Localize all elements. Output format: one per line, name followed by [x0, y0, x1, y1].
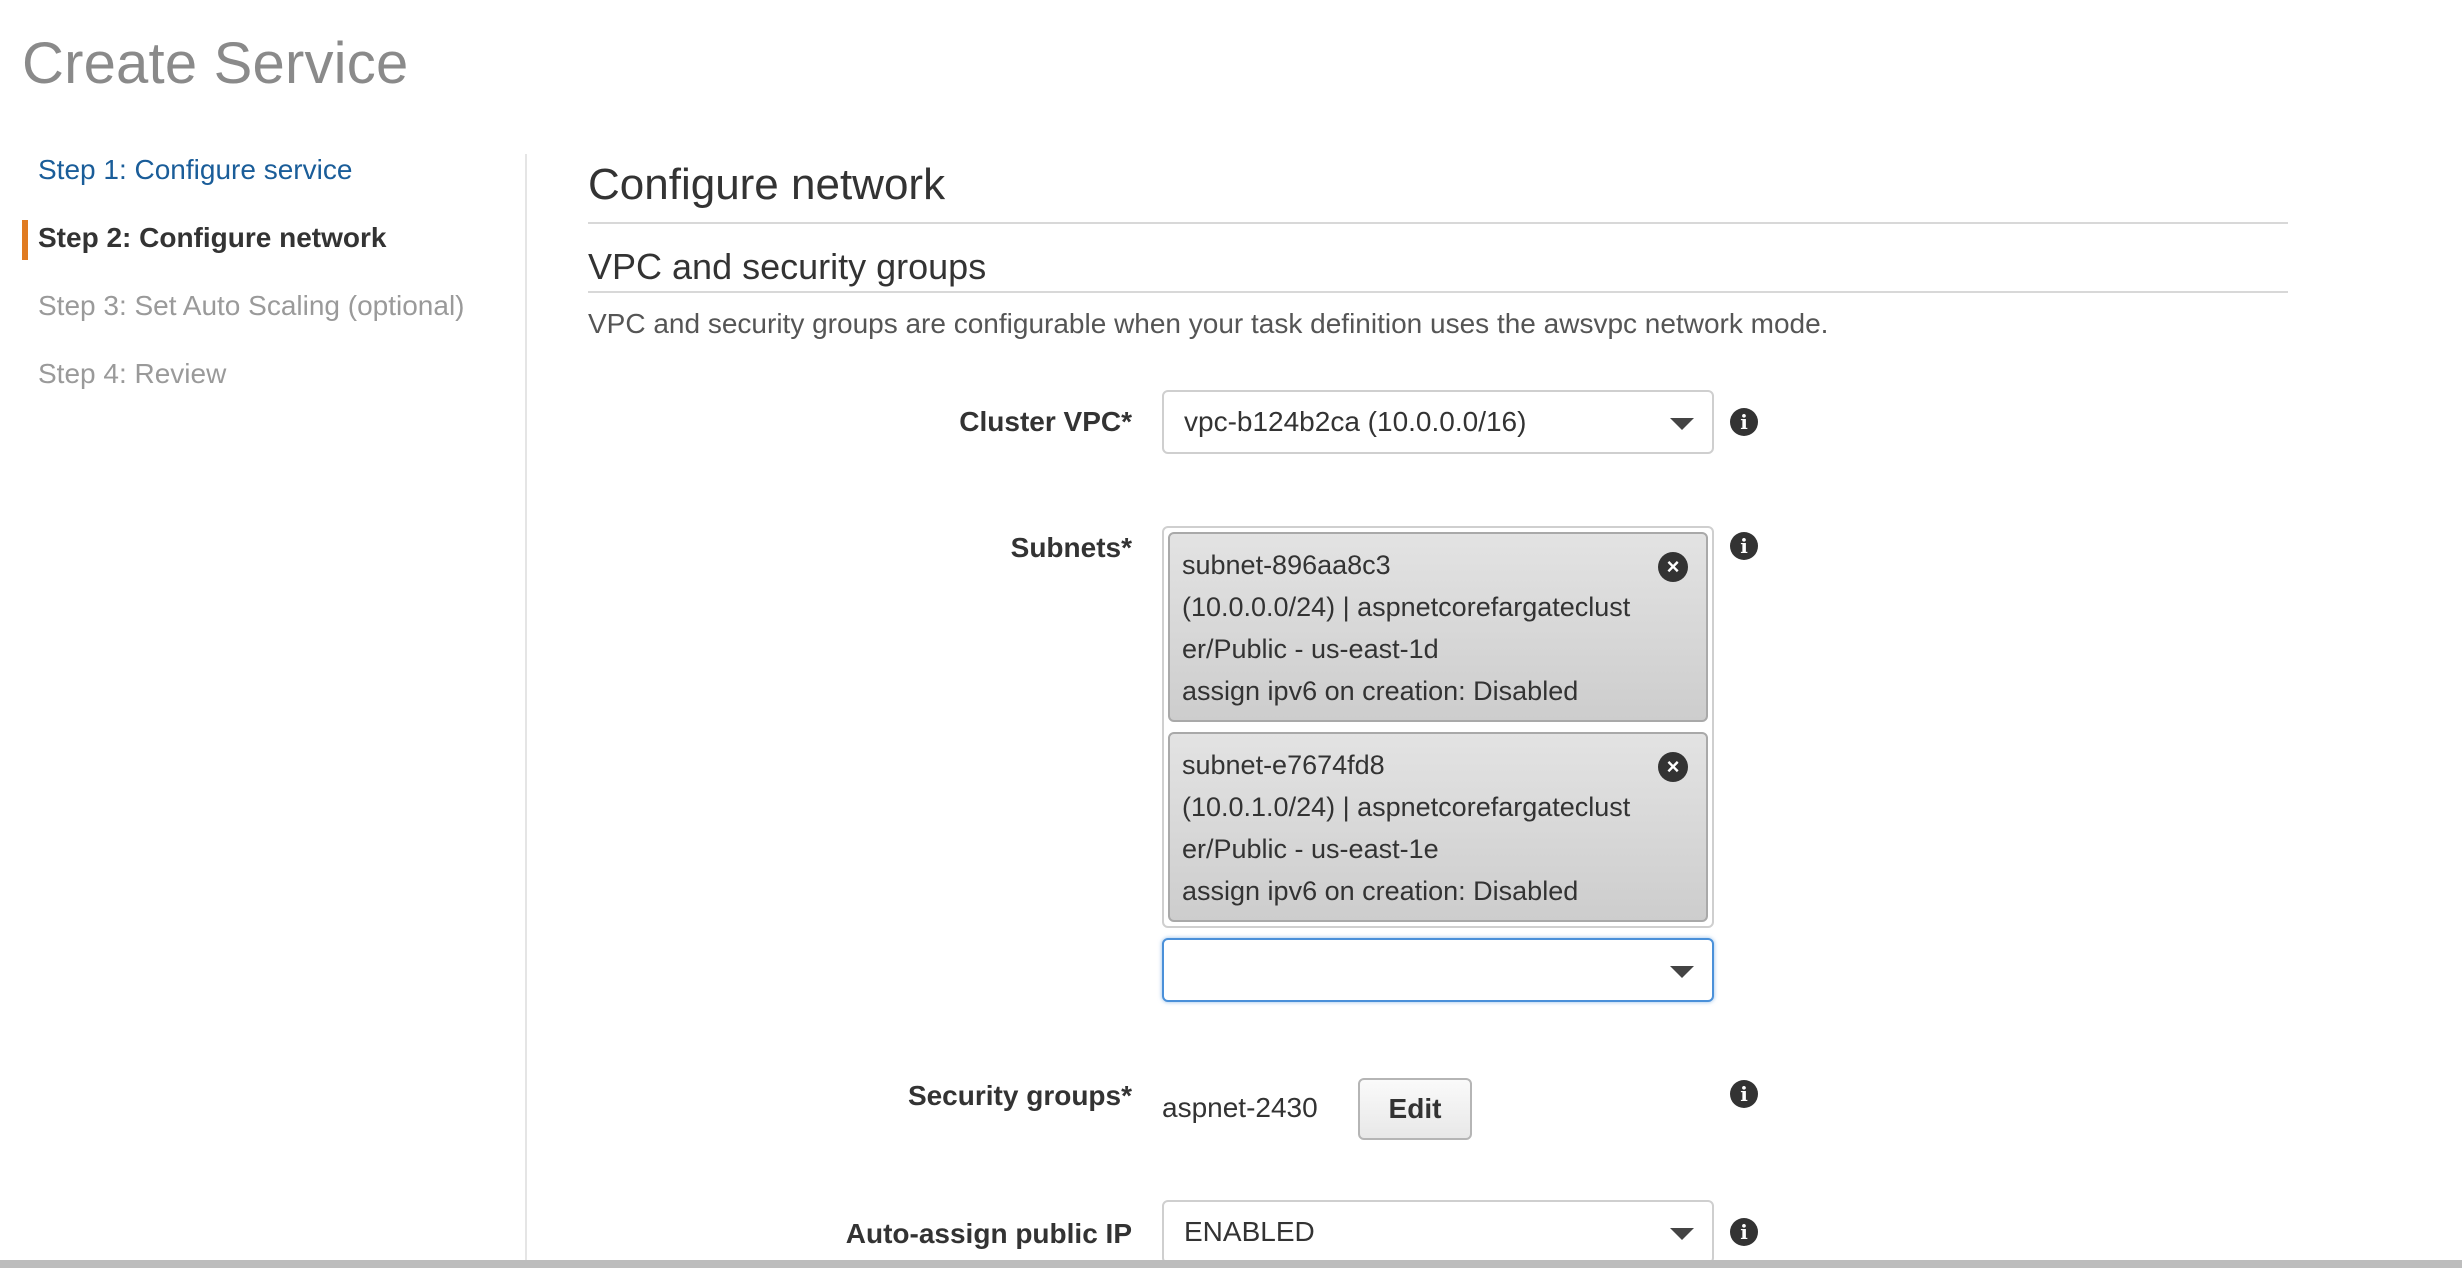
chevron-down-icon: [1670, 418, 1694, 430]
window-bottom-edge: [0, 1260, 2462, 1268]
subnet-tag: subnet-896aa8c3 (10.0.0.0/24) | aspnetco…: [1168, 532, 1708, 722]
active-step-marker: [22, 220, 28, 260]
auto-assign-ip-value: ENABLED: [1184, 1216, 1315, 1247]
subnet-tag-line: (10.0.1.0/24) | aspnetcorefargateclust: [1182, 792, 1631, 822]
subnets-multiselect[interactable]: subnet-896aa8c3 (10.0.0.0/24) | aspnetco…: [1162, 526, 1714, 928]
edit-security-groups-button[interactable]: Edit: [1358, 1078, 1472, 1140]
cluster-vpc-label: Cluster VPC*: [959, 406, 1132, 437]
subnet-tag-line: subnet-896aa8c3: [1182, 550, 1391, 580]
wizard-sidebar: Step 1: Configure service Step 2: Config…: [0, 154, 527, 1268]
info-icon[interactable]: i: [1730, 408, 1758, 436]
section-title: Configure network: [588, 160, 946, 209]
subnet-tag-line: assign ipv6 on creation: Disabled: [1182, 876, 1579, 906]
page-title: Create Service: [22, 31, 409, 96]
subnets-label: Subnets*: [1010, 532, 1132, 563]
subnet-tag-line: er/Public - us-east-1d: [1182, 634, 1439, 664]
subnet-tag-line: er/Public - us-east-1e: [1182, 834, 1439, 864]
cluster-vpc-value: vpc-b124b2ca (10.0.0.0/16): [1184, 406, 1527, 437]
step-review: Step 4: Review: [38, 358, 227, 389]
step-configure-service[interactable]: Step 1: Configure service: [38, 154, 352, 186]
chevron-down-icon: [1670, 1228, 1694, 1240]
remove-tag-icon[interactable]: ×: [1658, 552, 1688, 582]
info-icon[interactable]: i: [1730, 1218, 1758, 1246]
step-auto-scaling: Step 3: Set Auto Scaling (optional): [38, 290, 465, 321]
divider: [588, 222, 2288, 224]
info-icon[interactable]: i: [1730, 532, 1758, 560]
auto-assign-ip-label: Auto-assign public IP: [845, 1218, 1132, 1249]
cluster-vpc-select[interactable]: vpc-b124b2ca (10.0.0.0/16): [1162, 390, 1714, 454]
security-groups-label: Security groups*: [907, 1080, 1132, 1111]
section-description: VPC and security groups are configurable…: [588, 308, 1829, 339]
subnet-tag: subnet-e7674fd8 (10.0.1.0/24) | aspnetco…: [1168, 732, 1708, 922]
subnet-tag-line: assign ipv6 on creation: Disabled: [1182, 676, 1579, 706]
chevron-down-icon: [1670, 966, 1694, 978]
subnet-tag-line: (10.0.0.0/24) | aspnetcorefargateclust: [1182, 592, 1631, 622]
main-content: Configure network VPC and security group…: [588, 0, 2288, 1268]
divider: [588, 291, 2288, 293]
info-icon[interactable]: i: [1730, 1080, 1758, 1108]
step-configure-network: Step 2: Configure network: [38, 222, 387, 253]
auto-assign-ip-select[interactable]: ENABLED: [1162, 1200, 1714, 1264]
subsection-title: VPC and security groups: [588, 246, 987, 287]
remove-tag-icon[interactable]: ×: [1658, 752, 1688, 782]
security-group-value: aspnet-2430: [1162, 1092, 1318, 1123]
subnet-add-select[interactable]: [1162, 938, 1714, 1002]
subnet-tag-line: subnet-e7674fd8: [1182, 750, 1385, 780]
